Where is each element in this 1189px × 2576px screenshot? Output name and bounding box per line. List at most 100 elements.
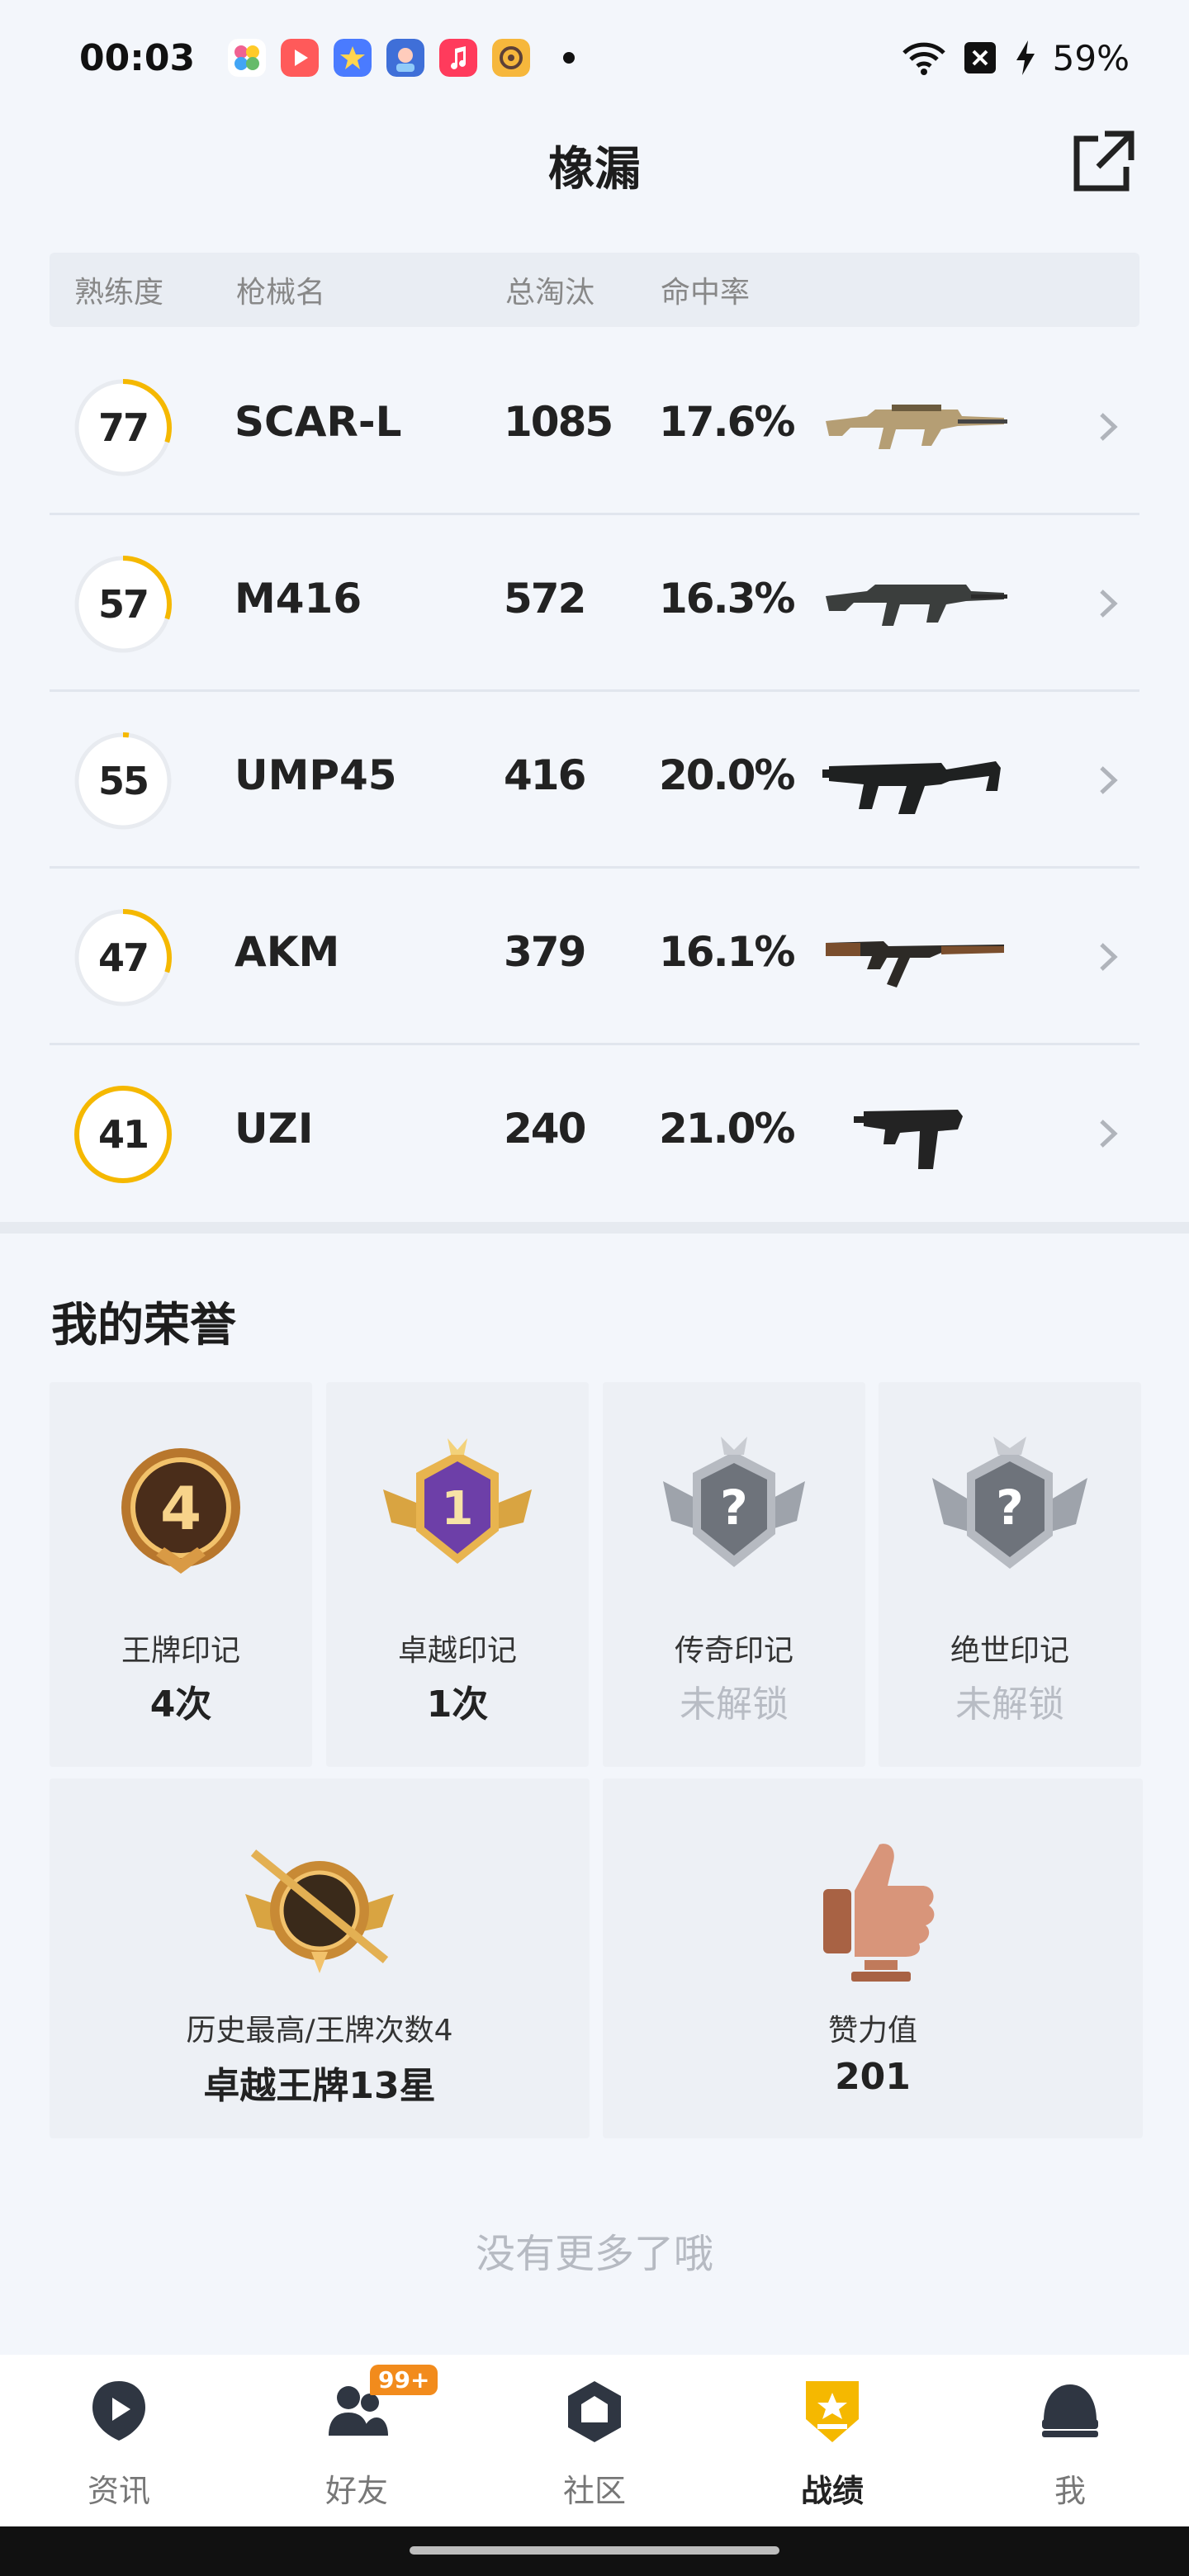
likes-value: 201: [835, 2056, 911, 2098]
status-time: 00:03: [79, 36, 196, 79]
weapon-row-ump45[interactable]: 55 UMP45 416 20.0%: [50, 692, 1139, 869]
weapon-row-scar-l[interactable]: 77 SCAR-L 1085 17.6%: [50, 339, 1139, 515]
uzi-smg-image: [854, 1110, 963, 1169]
weapon-name: AKM: [234, 928, 340, 976]
nav-tab-friends[interactable]: 99+ 好友: [238, 2355, 476, 2526]
column-hit-rate: 命中率: [661, 276, 751, 310]
nav-label: 社区: [562, 2473, 626, 2509]
nav-label: 资讯: [87, 2473, 150, 2509]
proficiency-ring: 77: [73, 377, 173, 478]
nav-label: 战绩: [800, 2473, 864, 2509]
weapon-kills: 572: [504, 575, 586, 623]
proficiency-value: 41: [97, 1112, 149, 1157]
photos-icon: [228, 39, 267, 77]
nav-tab-me[interactable]: 我: [951, 2355, 1189, 2526]
weapon-hit-rate: 21.0%: [659, 1105, 795, 1153]
weapon-name: UMP45: [234, 751, 397, 799]
end-of-list-text: 没有更多了哦: [475, 2231, 713, 2277]
nav-tab-community[interactable]: 社区: [476, 2355, 713, 2526]
weapon-hit-rate: 17.6%: [659, 398, 795, 446]
likes-card[interactable]: 赞力值 201: [603, 1778, 1143, 2138]
page-title: 橡漏: [548, 143, 641, 197]
peerless-medal-locked-icon: ?: [932, 1437, 1087, 1569]
notification-icons: [228, 39, 531, 77]
proficiency-ring: 41: [73, 1084, 173, 1185]
chevron-right-icon: [1100, 413, 1118, 441]
weapon-kills: 379: [504, 928, 586, 976]
medal-card-elite[interactable]: 1 卓越印记 1次: [326, 1382, 589, 1767]
medal-locked-status: 未解锁: [680, 1683, 789, 1726]
weapon-table-header: 熟练度 枪械名 总淘汰 命中率: [50, 253, 1139, 327]
weapon-kills: 240: [504, 1105, 586, 1153]
title-bar: 橡漏: [0, 116, 1189, 215]
proficiency-ring: 57: [73, 554, 173, 655]
svg-text:?: ?: [996, 1480, 1024, 1536]
radio-app-icon: [492, 39, 531, 77]
weapon-name: M416: [234, 575, 362, 623]
proficiency-value: 77: [97, 405, 149, 450]
medal-name: 传奇印记: [674, 1634, 793, 1668]
svg-text:1: 1: [442, 1482, 474, 1536]
section-divider: [0, 1222, 1189, 1234]
more-notifications-dot: [563, 52, 576, 64]
battery-level: 59%: [1052, 37, 1130, 78]
chevron-right-icon: [1100, 590, 1118, 618]
star-app-icon: [334, 39, 372, 77]
chevron-right-icon: [1100, 943, 1118, 971]
highest-rank-label: 历史最高/王牌次数4: [186, 2014, 453, 2048]
chevron-right-icon: [1100, 766, 1118, 794]
weapon-row-m416[interactable]: 57 M416 572 16.3%: [50, 515, 1139, 692]
weapon-kills: 1085: [504, 398, 613, 446]
highest-rank-value: 卓越王牌13星: [203, 2065, 436, 2107]
bottom-navigation: 资讯 99+ 好友 社区 战绩 我: [0, 2355, 1189, 2526]
community-icon: [568, 2381, 621, 2442]
nav-label: 我: [1054, 2473, 1086, 2509]
akm-rifle-image: [826, 941, 1004, 987]
news-icon: [92, 2381, 145, 2441]
proficiency-ring: 47: [73, 907, 173, 1008]
medal-count: 1次: [426, 1683, 489, 1726]
home-indicator[interactable]: [410, 2546, 779, 2555]
weapon-row-uzi[interactable]: 41 UZI 240 21.0%: [50, 1045, 1139, 1222]
weapon-hit-rate: 16.1%: [659, 928, 795, 976]
nav-tab-news[interactable]: 资讯: [0, 2355, 238, 2526]
proficiency-value: 55: [97, 759, 149, 803]
proficiency-value: 57: [97, 582, 149, 627]
proficiency-value: 47: [97, 935, 149, 980]
music-icon: [439, 39, 478, 77]
medal-count: 4次: [149, 1683, 212, 1726]
friends-count-badge: 99+: [370, 2365, 438, 2395]
scar-l-rifle-image: [826, 405, 1007, 449]
medal-card-ace[interactable]: 4 王牌印记 4次: [50, 1382, 312, 1767]
nav-label: 好友: [324, 2473, 388, 2509]
weapon-hit-rate: 16.3%: [659, 575, 795, 623]
medal-name: 卓越印记: [397, 1634, 517, 1668]
svg-text:?: ?: [720, 1480, 748, 1536]
weapon-list: 77 SCAR-L 1085 17.6% 57 M416 572 16.3% 5…: [50, 339, 1139, 1222]
medal-name: 王牌印记: [121, 1634, 240, 1668]
medal-locked-status: 未解锁: [955, 1683, 1064, 1726]
column-weapon-name: 枪械名: [236, 276, 326, 310]
rank-badge-icon: [245, 1849, 394, 1973]
video-icon: [281, 39, 320, 77]
record-icon: [806, 2381, 859, 2442]
profile-helmet-icon: [1042, 2384, 1098, 2437]
medal-name: 绝世印记: [950, 1634, 1069, 1668]
external-link-icon[interactable]: [1065, 125, 1139, 200]
medal-card-peerless[interactable]: ? 绝世印记 未解锁: [879, 1382, 1141, 1767]
proficiency-ring: 55: [73, 731, 173, 831]
svg-text:4: 4: [160, 1474, 201, 1543]
weapon-name: UZI: [234, 1105, 314, 1153]
weapon-row-akm[interactable]: 47 AKM 379 16.1%: [50, 869, 1139, 1045]
weapon-hit-rate: 20.0%: [659, 751, 795, 799]
legend-medal-locked-icon: ?: [663, 1437, 805, 1567]
ace-medal-icon: 4: [121, 1448, 240, 1574]
nav-tab-record[interactable]: 战绩: [713, 2355, 951, 2526]
wifi-icon: [902, 42, 945, 75]
highest-rank-card[interactable]: 历史最高/王牌次数4 卓越王牌13星: [50, 1778, 590, 2138]
column-proficiency: 熟练度: [74, 276, 164, 310]
medal-card-legend[interactable]: ? 传奇印记 未解锁: [603, 1382, 865, 1767]
ump45-smg-image: [822, 761, 1001, 814]
charging-icon: [1016, 40, 1035, 75]
thumbs-up-trophy-icon: [823, 1844, 935, 1982]
